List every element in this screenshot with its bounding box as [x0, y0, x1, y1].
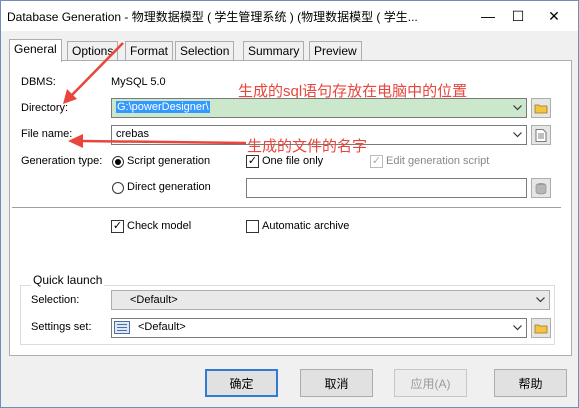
- chevron-down-icon[interactable]: [510, 100, 524, 116]
- direct-generation-label[interactable]: Direct generation: [127, 181, 211, 193]
- quick-launch-title: Quick launch: [31, 273, 105, 287]
- document-icon: [535, 128, 547, 142]
- browse-settings-button[interactable]: [531, 318, 551, 338]
- datasource-button[interactable]: [531, 178, 551, 198]
- apply-button[interactable]: 应用(A): [394, 369, 467, 397]
- script-generation-label[interactable]: Script generation: [127, 155, 210, 167]
- check-model-checkbox[interactable]: ✓: [111, 220, 124, 233]
- one-file-only-checkbox[interactable]: ✓: [246, 155, 259, 168]
- automatic-archive-label[interactable]: Automatic archive: [262, 220, 349, 232]
- settings-list-icon: [114, 321, 130, 334]
- folder-icon: [534, 104, 548, 114]
- directory-combobox[interactable]: G:\powerDesigner\: [111, 98, 527, 118]
- selection-value: <Default>: [130, 294, 178, 306]
- directory-label: Directory:: [21, 102, 69, 114]
- edit-generation-script-checkbox[interactable]: ✓: [370, 155, 383, 168]
- one-file-only-label[interactable]: One file only: [262, 155, 323, 167]
- edit-generation-script-label: Edit generation script: [386, 155, 490, 167]
- chevron-down-icon[interactable]: [533, 292, 547, 308]
- direct-generation-radio[interactable]: [112, 182, 124, 194]
- title-bar: Database Generation - 物理数据模型 ( 学生管理系统 ) …: [1, 1, 578, 31]
- automatic-archive-checkbox[interactable]: [246, 220, 259, 233]
- maximize-button[interactable]: ☐: [501, 1, 535, 31]
- script-generation-radio[interactable]: [112, 156, 124, 168]
- help-button[interactable]: 帮助: [494, 369, 567, 397]
- ok-button[interactable]: 确定: [205, 369, 278, 397]
- tab-options[interactable]: Options: [67, 41, 119, 61]
- window-title: Database Generation - 物理数据模型 ( 学生管理系统 ) …: [7, 10, 418, 24]
- minimize-button[interactable]: —: [471, 1, 505, 31]
- generation-type-label: Generation type:: [21, 155, 103, 167]
- database-icon: [535, 182, 547, 194]
- close-button[interactable]: ✕: [537, 1, 571, 31]
- settings-set-label: Settings set:: [31, 321, 92, 333]
- dbms-label: DBMS:: [21, 76, 56, 88]
- cancel-button[interactable]: 取消: [300, 369, 373, 397]
- folder-icon: [534, 324, 548, 334]
- directory-annotation: 生成的sql语句存放在电脑中的位置: [238, 83, 468, 100]
- chevron-down-icon[interactable]: [510, 320, 524, 336]
- separator: [12, 207, 561, 208]
- direct-generation-datasource-field[interactable]: [246, 178, 527, 198]
- database-generation-dialog: Database Generation - 物理数据模型 ( 学生管理系统 ) …: [0, 0, 579, 408]
- filename-properties-button[interactable]: [531, 125, 551, 145]
- tab-preview[interactable]: Preview: [309, 41, 362, 61]
- tab-format[interactable]: Format: [125, 41, 174, 61]
- filename-label: File name:: [21, 128, 73, 140]
- settings-set-combobox[interactable]: <Default>: [111, 318, 527, 338]
- settings-set-value: <Default>: [138, 321, 186, 333]
- tab-general[interactable]: General: [9, 39, 62, 62]
- filename-value: crebas: [116, 128, 150, 140]
- chevron-down-icon[interactable]: [510, 127, 524, 143]
- tab-selection[interactable]: Selection: [175, 41, 235, 61]
- dbms-value: MySQL 5.0: [111, 76, 166, 88]
- filename-annotation: 生成的文件的名字: [247, 138, 368, 155]
- selection-label: Selection:: [31, 294, 80, 306]
- check-model-label[interactable]: Check model: [127, 220, 191, 232]
- tab-summary[interactable]: Summary: [243, 41, 305, 61]
- selection-combobox[interactable]: <Default>: [111, 290, 550, 310]
- directory-value: G:\powerDesigner\: [116, 101, 210, 113]
- browse-directory-button[interactable]: [531, 98, 551, 118]
